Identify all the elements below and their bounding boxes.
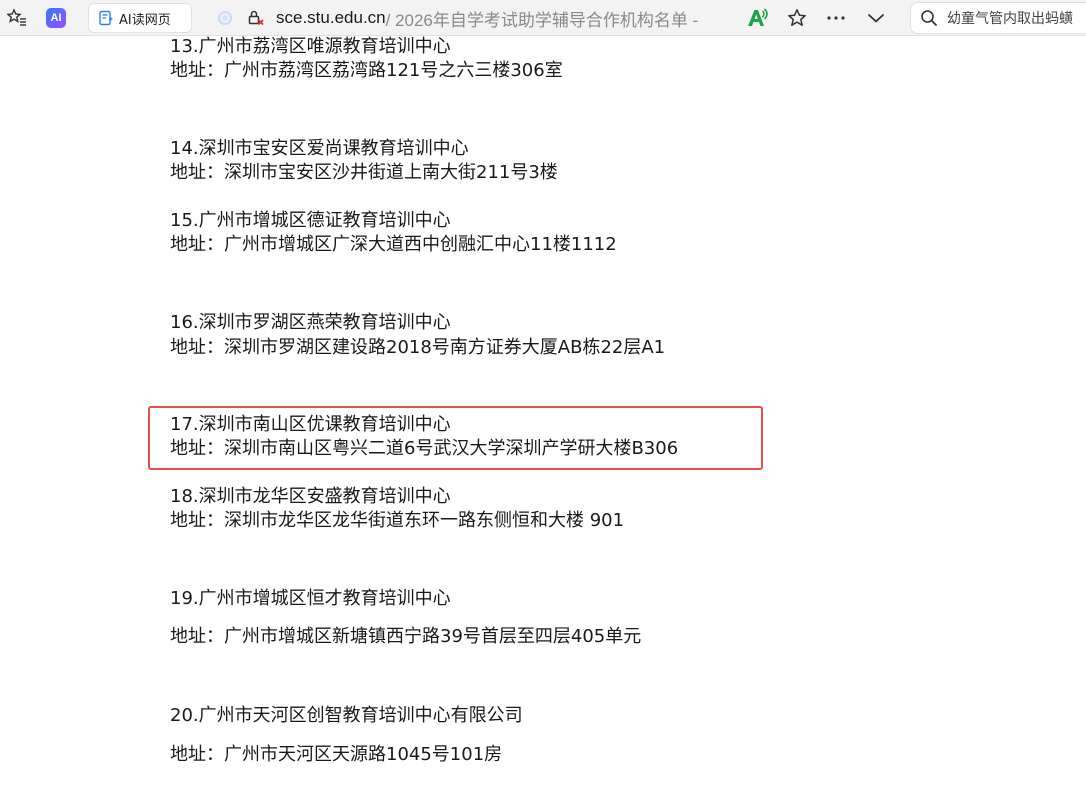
chevron-down-icon[interactable] bbox=[865, 7, 887, 29]
document-edit-icon bbox=[97, 9, 115, 27]
entry-17-address: 地址：深圳市南山区粤兴二道6号武汉大学深圳产学研大楼B306 bbox=[170, 438, 679, 459]
loading-spinner-icon bbox=[216, 9, 234, 27]
entry-18-name: 18.深圳市龙华区安盛教育培训中心 bbox=[170, 486, 451, 507]
address-bar[interactable]: sce.stu.edu.cn / 2026年自学考试助学辅导合作机构名单 - bbox=[200, 0, 902, 36]
page-title-in-url: / 2026年自学考试助学辅导合作机构名单 - bbox=[385, 10, 699, 30]
entry-19-name: 19.广州市增城区恒才教育培训中心 bbox=[170, 588, 451, 609]
entry-13-address: 地址：广州市荔湾区荔湾路121号之六三楼306室 bbox=[170, 60, 563, 81]
entry-19-address: 地址：广州市增城区新塘镇西宁路39号首层至四层405单元 bbox=[170, 626, 642, 647]
entry-20-address: 地址：广州市天河区天源路1045号101房 bbox=[170, 744, 503, 765]
search-box[interactable]: 幼童气管内取出蚂蟥 bbox=[910, 2, 1086, 34]
entry-15-name: 15.广州市增城区德证教育培训中心 bbox=[170, 210, 451, 231]
search-icon bbox=[919, 8, 939, 28]
ai-read-page-label: AI读网页 bbox=[119, 12, 171, 28]
ai-read-page-button[interactable]: AI读网页 bbox=[88, 3, 192, 33]
entry-14-name: 14.深圳市宝安区爱尚课教育培训中心 bbox=[170, 138, 469, 159]
url-domain: sce.stu.edu.cn bbox=[276, 8, 386, 27]
search-query-text: 幼童气管内取出蚂蟥 bbox=[947, 11, 1073, 27]
entry-16-address: 地址：深圳市罗湖区建设路2018号南方证券大厦AB栋22层A1 bbox=[170, 337, 666, 358]
entry-14-address: 地址：深圳市宝安区沙井街道上南大街211号3楼 bbox=[170, 162, 558, 183]
url-text[interactable]: sce.stu.edu.cn / 2026年自学考试助学辅导合作机构名单 - bbox=[276, 5, 698, 31]
entry-16-name: 16.深圳市罗湖区燕荣教育培训中心 bbox=[170, 312, 451, 333]
entry-17-name: 17.深圳市南山区优课教育培训中心 bbox=[170, 414, 451, 435]
page-content: 13.广州市荔湾区唯源教育培训中心 地址：广州市荔湾区荔湾路121号之六三楼30… bbox=[0, 36, 1086, 787]
add-favorite-star-icon[interactable] bbox=[786, 7, 808, 29]
read-aloud-icon[interactable] bbox=[745, 6, 769, 30]
ai-assistant-icon[interactable]: AI bbox=[46, 8, 66, 28]
entry-18-address: 地址：深圳市龙华区龙华街道东环一路东侧恒和大楼 901 bbox=[170, 510, 625, 531]
entry-20-name: 20.广州市天河区创智教育培训中心有限公司 bbox=[170, 705, 523, 726]
not-secure-lock-icon[interactable] bbox=[246, 8, 266, 28]
entry-15-address: 地址：广州市增城区广深大道西中创融汇中心11楼1112 bbox=[170, 234, 617, 255]
browser-toolbar: AI AI读网页 sce.stu.edu.cn / 2026年自学考试助学辅导合… bbox=[0, 0, 1086, 36]
entry-13-name: 13.广州市荔湾区唯源教育培训中心 bbox=[170, 36, 451, 57]
favorites-star-list-icon[interactable] bbox=[6, 7, 28, 29]
more-options-icon[interactable] bbox=[824, 7, 848, 29]
